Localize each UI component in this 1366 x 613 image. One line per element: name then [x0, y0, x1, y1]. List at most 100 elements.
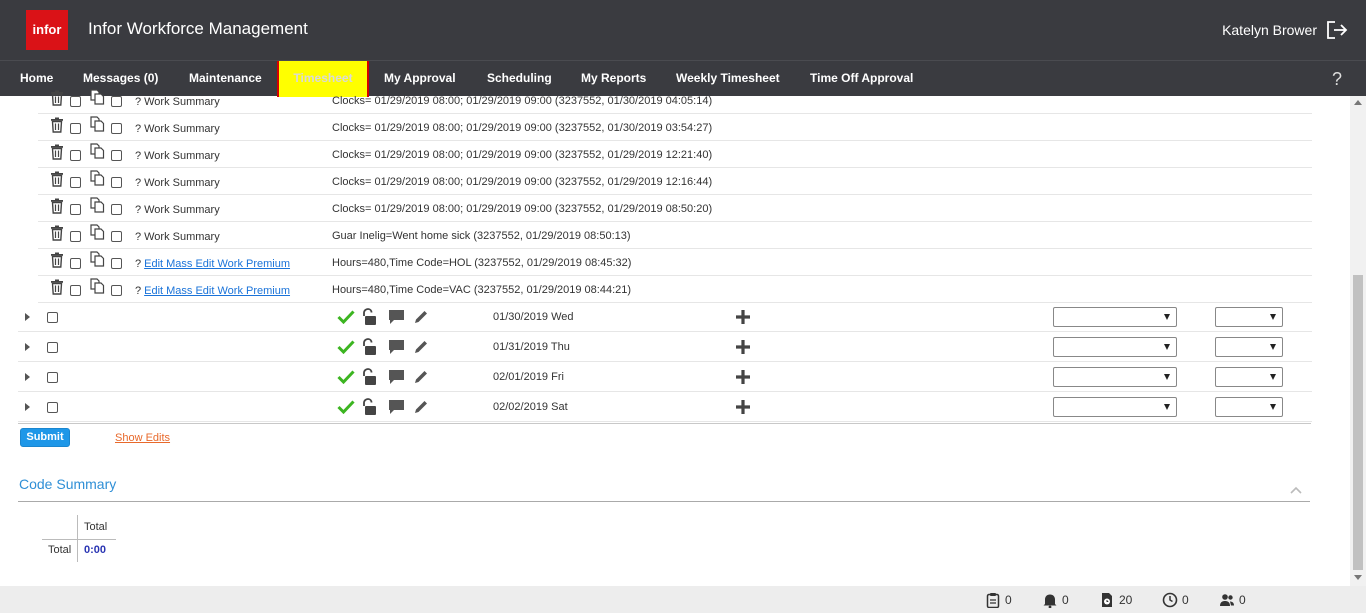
code-summary-divider [18, 501, 1310, 502]
edit-type-text: Work Summary [144, 123, 220, 135]
day-checkbox[interactable] [47, 312, 58, 323]
infor-logo[interactable]: infor [26, 10, 68, 50]
edit-description: Hours=480,Time Code=VAC (3237552, 01/29/… [332, 284, 632, 296]
help-marker[interactable]: ? [135, 285, 141, 297]
copy-checkbox[interactable] [111, 258, 122, 269]
trash-icon[interactable] [50, 198, 64, 214]
help-icon[interactable]: ? [1332, 69, 1342, 90]
day-select-small[interactable] [1215, 397, 1283, 417]
day-select-small[interactable] [1215, 367, 1283, 387]
trash-icon[interactable] [50, 252, 64, 268]
delete-checkbox[interactable] [70, 285, 81, 296]
copy-icon[interactable] [90, 197, 105, 213]
day-select-large[interactable] [1053, 307, 1177, 327]
edit-type-text: Work Summary [144, 96, 220, 108]
help-marker[interactable]: ? [135, 231, 141, 243]
unlock-icon[interactable] [361, 368, 377, 386]
day-checkbox[interactable] [47, 372, 58, 383]
help-marker[interactable]: ? [135, 123, 141, 135]
delete-checkbox[interactable] [70, 177, 81, 188]
checkmark-icon [337, 370, 355, 384]
help-marker[interactable]: ? [135, 150, 141, 162]
day-checkbox[interactable] [47, 342, 58, 353]
unlock-icon[interactable] [361, 308, 377, 326]
copy-checkbox[interactable] [111, 204, 122, 215]
copy-checkbox[interactable] [111, 123, 122, 134]
copy-icon[interactable] [90, 278, 105, 294]
trash-icon[interactable] [50, 144, 64, 160]
copy-icon[interactable] [90, 170, 105, 186]
plus-icon[interactable] [735, 399, 751, 415]
pencil-icon[interactable] [413, 309, 429, 325]
pencil-icon[interactable] [413, 399, 429, 415]
copy-checkbox[interactable] [111, 150, 122, 161]
day-select-large[interactable] [1053, 397, 1177, 417]
copy-icon[interactable] [90, 251, 105, 267]
expand-arrow-icon[interactable] [25, 313, 30, 321]
day-checkbox[interactable] [47, 402, 58, 413]
copy-icon[interactable] [90, 224, 105, 240]
expand-arrow-icon[interactable] [25, 343, 30, 351]
day-select-small[interactable] [1215, 307, 1283, 327]
trash-icon[interactable] [50, 279, 64, 295]
delete-checkbox[interactable] [70, 231, 81, 242]
copy-icon[interactable] [90, 89, 105, 105]
pencil-icon[interactable] [413, 339, 429, 355]
delete-checkbox[interactable] [70, 96, 81, 107]
expand-arrow-icon[interactable] [25, 403, 30, 411]
plus-icon[interactable] [735, 369, 751, 385]
scroll-up-arrow[interactable] [1354, 100, 1362, 105]
trash-icon[interactable] [50, 225, 64, 241]
comment-icon[interactable] [388, 309, 405, 325]
edit-link[interactable]: Edit Mass Edit Work Premium [144, 285, 290, 297]
help-marker[interactable]: ? [135, 258, 141, 270]
scrollbar-thumb[interactable] [1353, 275, 1363, 570]
day-select-large[interactable] [1053, 337, 1177, 357]
edit-history-row: ? Edit Mass Edit Work Premium Hours=480,Ti… [38, 249, 1312, 276]
plus-icon[interactable] [735, 309, 751, 325]
delete-checkbox[interactable] [70, 258, 81, 269]
comment-icon[interactable] [388, 339, 405, 355]
help-marker[interactable]: ? [135, 96, 141, 108]
delete-checkbox[interactable] [70, 150, 81, 161]
edit-link[interactable]: Edit Mass Edit Work Premium [144, 258, 290, 270]
comment-icon[interactable] [388, 369, 405, 385]
delete-checkbox[interactable] [70, 204, 81, 215]
trash-icon[interactable] [50, 117, 64, 133]
footer-people-count: 0 [1239, 593, 1246, 607]
day-select-large[interactable] [1053, 367, 1177, 387]
edit-history-row: ? Work Summary Clocks= 01/29/2019 08:00; 0… [38, 141, 1312, 168]
edit-label: ? Work Summary [135, 123, 220, 135]
app-title: Infor Workforce Management [88, 19, 308, 38]
chevron-down-icon [1164, 314, 1170, 320]
unlock-icon[interactable] [361, 338, 377, 356]
copy-checkbox[interactable] [111, 96, 122, 107]
comment-icon[interactable] [388, 399, 405, 415]
show-edits-link[interactable]: Show Edits [115, 432, 170, 444]
user-name[interactable]: Katelyn Brower [1222, 22, 1317, 38]
copy-checkbox[interactable] [111, 231, 122, 242]
trash-icon[interactable] [50, 171, 64, 187]
top-header: infor Infor Workforce Management Katelyn… [0, 0, 1366, 60]
help-marker[interactable]: ? [135, 204, 141, 216]
delete-checkbox[interactable] [70, 123, 81, 134]
copy-icon[interactable] [90, 143, 105, 159]
chevron-up-icon[interactable] [1290, 486, 1302, 494]
expand-arrow-icon[interactable] [25, 373, 30, 381]
table-divider [18, 423, 1311, 424]
plus-icon[interactable] [735, 339, 751, 355]
footer-bell-count: 0 [1062, 593, 1069, 607]
unlock-icon[interactable] [361, 398, 377, 416]
help-marker[interactable]: ? [135, 177, 141, 189]
edit-history-row: ? Work Summary Clocks= 01/29/2019 08:00; 0… [38, 195, 1312, 222]
copy-checkbox[interactable] [111, 285, 122, 296]
logout-icon[interactable] [1326, 20, 1348, 40]
trash-icon[interactable] [50, 90, 64, 106]
edit-label: ? Work Summary [135, 204, 220, 216]
pencil-icon[interactable] [413, 369, 429, 385]
scroll-down-arrow[interactable] [1354, 575, 1362, 580]
copy-checkbox[interactable] [111, 177, 122, 188]
copy-icon[interactable] [90, 116, 105, 132]
submit-button[interactable]: Submit [20, 428, 70, 447]
day-select-small[interactable] [1215, 337, 1283, 357]
